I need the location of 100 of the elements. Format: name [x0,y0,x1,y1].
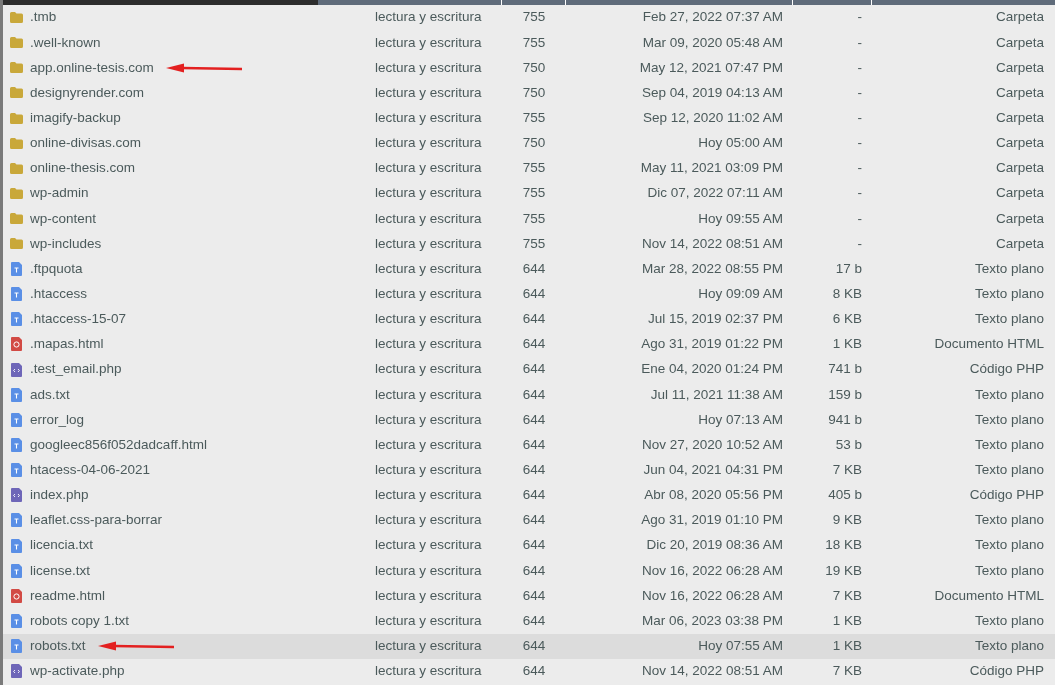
file-row[interactable]: designyrender.com lectura y escritura 750 Sep 04, 2019 04:13 AM - Carpeta [3,80,1055,106]
file-row[interactable]: wp-admin lectura y escritura 755 Dic 07, 2022 07:11 AM - Carpeta [3,181,1055,207]
text-file-icon [11,613,22,628]
file-name: .mapas.html [30,335,104,354]
permission-mode: 644 [521,511,547,530]
file-size: - [856,8,862,27]
file-row[interactable]: wp-activate.php lectura y escritura 644 Nov 14, 2022 08:51 AM 7 KB Código PHP [3,658,1055,684]
permission-mode: 644 [521,310,547,329]
file-name: .well-known [30,33,101,52]
file-name: .htaccess-15-07 [30,310,127,329]
folder-icon [10,12,23,24]
file-name: readme.html [30,586,106,605]
file-name: robots copy 1.txt [30,611,130,630]
file-name: wp-includes [30,234,102,253]
file-type: Texto plano [973,259,1044,278]
file-name: wp-content [30,209,97,228]
file-name: imagify-backup [30,109,121,127]
file-size: 159 b [827,385,862,404]
file-name: .test_email.php [30,360,122,379]
modified-date: Nov 14, 2022 08:51 AM [640,662,783,681]
code-file-icon [11,488,22,503]
file-size: 19 KB [824,561,862,580]
modified-date: Abr 08, 2020 05:56 PM [643,486,783,505]
file-row[interactable]: htacess-04-06-2021 lectura y escritura 644 Jun 04, 2021 04:31 PM 7 KB Texto plano [3,457,1055,483]
permissions: lectura y escritura [375,310,483,329]
modified-date: Nov 16, 2022 06:28 AM [640,586,783,605]
modified-date: Ene 04, 2020 01:24 PM [640,360,783,379]
modified-date: Nov 14, 2022 08:51 AM [640,234,783,253]
file-row[interactable]: app.online-tesis.com lectura y escritura 750 May 12, 2021 07:47 PM - Carpeta [3,55,1055,81]
file-row[interactable]: online-divisas.com lectura y escritura 750 Hoy 05:00 AM - Carpeta [3,130,1055,156]
permissions: lectura y escritura [375,83,483,102]
file-type: Texto plano [973,460,1044,479]
file-row[interactable]: .ftpquota lectura y escritura 644 Mar 28, 2022 08:55 PM 17 b Texto plano [3,256,1055,282]
permission-mode: 750 [521,134,547,153]
file-row[interactable]: online-thesis.com lectura y escritura 755 May 11, 2021 03:09 PM - Carpeta [3,155,1055,181]
permission-mode: 750 [521,83,547,102]
modified-date: Ago 31, 2019 01:10 PM [640,511,783,530]
modified-date: Mar 28, 2022 08:55 PM [640,259,783,278]
permission-mode: 644 [521,259,547,278]
file-name: online-thesis.com [30,159,136,178]
file-row[interactable]: googleec856f052dadcaff.html lectura y escritura 644 Nov 27, 2020 10:52 AM 53 b Texto plano [3,432,1055,458]
file-type: Texto plano [973,410,1044,429]
permission-mode: 644 [521,285,547,303]
file-row[interactable]: .test_email.php lectura y escritura 644 Ene 04, 2020 01:24 PM 741 b Código PHP [3,356,1055,383]
file-name: licencia.txt [30,536,94,555]
file-row[interactable]: error_log lectura y escritura 644 Hoy 07:13 AM 941 b Texto plano [3,407,1055,433]
file-size: 6 KB [831,310,862,329]
folder-icon [10,112,23,124]
folder-icon [10,188,23,200]
permissions: lectura y escritura [375,209,483,228]
file-type: Carpeta [994,58,1044,77]
folder-icon [10,62,23,74]
file-row[interactable]: leaflet.css-para-borrar lectura y escritura 644 Ago 31, 2019 01:10 PM 9 KB Texto plano [3,507,1055,533]
file-type: Código PHP [968,486,1044,505]
file-row[interactable]: .tmb lectura y escritura 755 Feb 27, 2022 07:37 AM - Carpeta [3,5,1055,31]
permissions: lectura y escritura [375,109,483,127]
file-row[interactable]: readme.html lectura y escritura 644 Nov 16, 2022 06:28 AM 7 KB Documento HTML [3,583,1055,609]
file-row[interactable]: robots.txt lectura y escritura 644 Hoy 07:55 AM 1 KB Texto plano [3,633,1055,659]
file-type: Carpeta [994,134,1044,153]
permissions: lectura y escritura [375,561,483,580]
file-name: license.txt [30,561,91,580]
file-size: - [856,134,862,153]
file-size: 405 b [827,486,862,505]
file-type: Texto plano [973,435,1044,454]
file-name: app.online-tesis.com [30,58,154,77]
file-row[interactable]: .htaccess-15-07 lectura y escritura 644 Jul 15, 2019 02:37 PM 6 KB Texto plano [3,306,1055,332]
text-file-icon [11,463,22,478]
text-file-icon [11,513,22,528]
modified-date: May 12, 2021 07:47 PM [638,58,783,77]
file-row[interactable]: index.php lectura y escritura 644 Abr 08, 2020 05:56 PM 405 b Código PHP [3,482,1055,508]
file-type: Documento HTML [933,335,1044,354]
file-type: Documento HTML [933,586,1044,605]
file-type: Carpeta [994,159,1044,178]
file-row[interactable]: ads.txt lectura y escritura 644 Jul 11, 2021 11:38 AM 159 b Texto plano [3,382,1055,408]
file-row[interactable]: .well-known lectura y escritura 755 Mar 09, 2020 05:48 AM - Carpeta [3,30,1055,56]
file-row[interactable]: wp-content lectura y escritura 755 Hoy 09:55 AM - Carpeta [3,206,1055,232]
permission-mode: 644 [521,636,547,655]
file-row[interactable]: license.txt lectura y escritura 644 Nov 16, 2022 06:28 AM 19 KB Texto plano [3,558,1055,584]
permissions: lectura y escritura [375,511,483,530]
permission-mode: 755 [521,8,547,27]
modified-date: Hoy 07:55 AM [697,636,783,655]
file-row[interactable]: robots copy 1.txt lectura y escritura 644 Mar 06, 2023 03:38 PM 1 KB Texto plano [3,608,1055,634]
file-size: - [856,159,862,178]
file-row[interactable]: .mapas.html lectura y escritura 644 Ago 31, 2019 01:22 PM 1 KB Documento HTML [3,331,1055,357]
permissions: lectura y escritura [375,662,483,681]
permissions: lectura y escritura [375,536,483,555]
file-name: .tmb [30,8,57,27]
permissions: lectura y escritura [375,234,483,253]
permissions: lectura y escritura [375,486,483,505]
permissions: lectura y escritura [375,134,483,153]
file-name: error_log [30,410,85,429]
file-row[interactable]: .htaccess lectura y escritura 644 Hoy 09:09 AM 8 KB Texto plano [3,281,1055,307]
file-size: 941 b [827,410,862,429]
file-row[interactable]: wp-includes lectura y escritura 755 Nov 14, 2022 08:51 AM - Carpeta [3,231,1055,257]
file-name: ads.txt [30,385,70,404]
file-name: index.php [30,486,89,505]
file-row[interactable]: imagify-backup lectura y escritura 755 Sep 12, 2020 11:02 AM - Carpeta [3,105,1055,131]
file-row[interactable]: licencia.txt lectura y escritura 644 Dic 20, 2019 08:36 AM 18 KB Texto plano [3,532,1055,559]
permission-mode: 644 [521,586,547,605]
modified-date: Mar 09, 2020 05:48 AM [641,33,783,52]
